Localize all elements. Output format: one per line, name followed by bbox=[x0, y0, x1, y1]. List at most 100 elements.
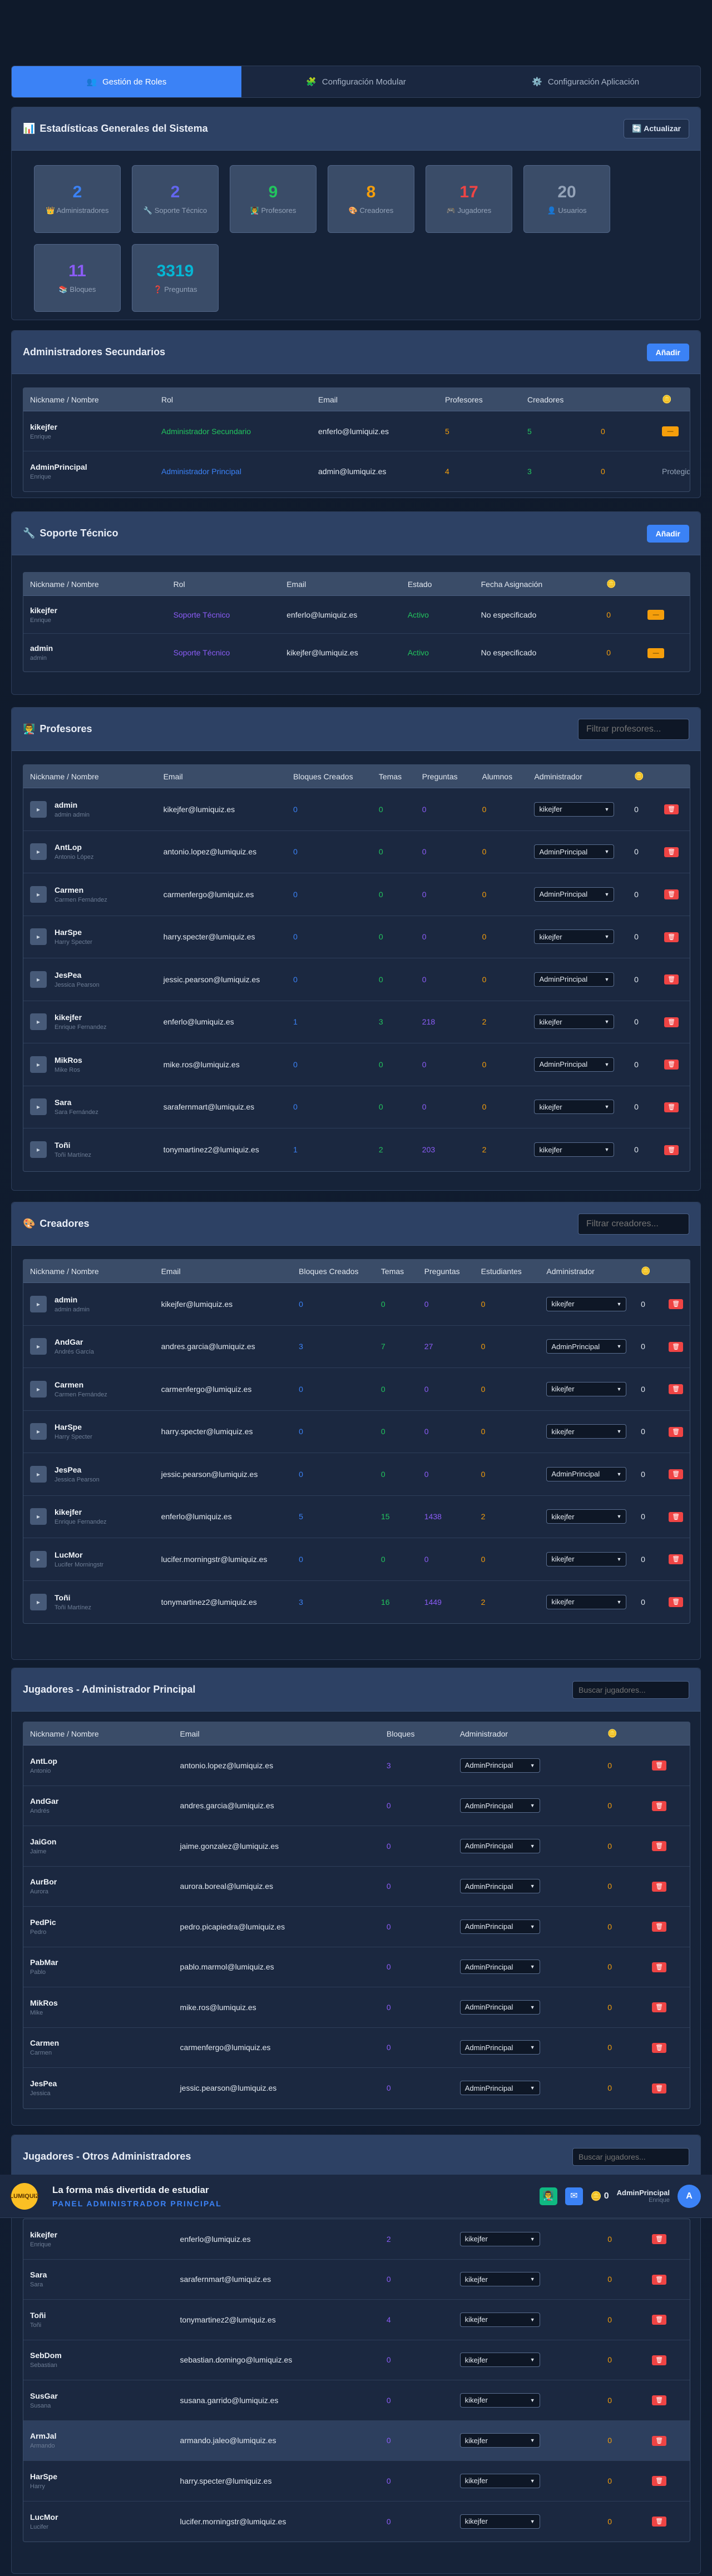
tab-configuracion-aplicacion[interactable]: ⚙️ Configuración Aplicación bbox=[471, 66, 700, 97]
expand-button[interactable]: ▸ bbox=[30, 1465, 47, 1483]
admin-select[interactable]: kikejfer ▼ bbox=[459, 2231, 540, 2246]
trash-icon[interactable]: 🗑 bbox=[664, 1017, 679, 1027]
admin-select[interactable]: kikejfer ▼ bbox=[546, 1296, 627, 1311]
admin-select[interactable]: kikejfer ▼ bbox=[534, 929, 615, 944]
trash-icon[interactable]: 🗑 bbox=[652, 2517, 667, 2527]
trash-icon[interactable]: 🗑 bbox=[652, 2234, 667, 2245]
admin-select[interactable]: AdminPrincipal ▼ bbox=[459, 2081, 540, 2096]
expand-button[interactable]: ▸ bbox=[30, 971, 47, 988]
expand-button[interactable]: ▸ bbox=[30, 1380, 47, 1398]
admin-select[interactable]: AdminPrincipal ▼ bbox=[534, 1057, 615, 1072]
admin-select[interactable]: AdminPrincipal ▼ bbox=[459, 1879, 540, 1894]
admin-select[interactable]: kikejfer ▼ bbox=[459, 2433, 540, 2448]
admin-select[interactable]: kikejfer ▼ bbox=[534, 1142, 615, 1157]
trash-icon[interactable]: 🗑 bbox=[652, 1922, 667, 1932]
expand-button[interactable]: ▸ bbox=[30, 886, 47, 903]
trash-icon[interactable]: 🗑 bbox=[669, 1469, 684, 1480]
expand-button[interactable]: ▸ bbox=[30, 1013, 47, 1031]
expand-button[interactable]: ▸ bbox=[30, 1338, 47, 1355]
jugadores-principal-search-input[interactable] bbox=[572, 1680, 689, 1699]
admin-select[interactable]: AdminPrincipal ▼ bbox=[459, 1798, 540, 1813]
admin-select[interactable]: kikejfer ▼ bbox=[546, 1509, 627, 1524]
admin-select[interactable]: kikejfer ▼ bbox=[534, 1100, 615, 1115]
trash-icon[interactable]: 🗑 bbox=[664, 974, 679, 985]
trash-icon[interactable]: 🗑 bbox=[652, 1801, 667, 1811]
teacher-panel-icon[interactable]: 👨‍🏫 bbox=[539, 2187, 557, 2205]
trash-icon[interactable]: 🗑 bbox=[652, 1962, 667, 1972]
trash-icon[interactable]: 🗑 bbox=[669, 1299, 684, 1310]
trash-icon[interactable]: 🗑 bbox=[669, 1511, 684, 1522]
tab-configuracion-modular[interactable]: 🧩 Configuración Modular bbox=[241, 66, 471, 97]
expand-button[interactable]: ▸ bbox=[30, 1508, 47, 1525]
admin-select[interactable]: kikejfer ▼ bbox=[534, 802, 615, 817]
admin-select[interactable]: AdminPrincipal ▼ bbox=[546, 1466, 627, 1481]
trash-icon[interactable]: 🗑 bbox=[652, 2274, 667, 2285]
admin-select[interactable]: AdminPrincipal ▼ bbox=[459, 2000, 540, 2015]
messages-icon[interactable]: ✉ bbox=[565, 2187, 583, 2205]
add-support-button[interactable]: Añadir bbox=[646, 524, 689, 543]
admin-select[interactable]: kikejfer ▼ bbox=[459, 2272, 540, 2287]
admin-select[interactable]: kikejfer ▼ bbox=[459, 2473, 540, 2488]
admin-select[interactable]: kikejfer ▼ bbox=[546, 1551, 627, 1567]
expand-button[interactable]: ▸ bbox=[30, 1593, 47, 1610]
expand-button[interactable]: ▸ bbox=[30, 928, 47, 946]
admin-select[interactable]: kikejfer ▼ bbox=[534, 1015, 615, 1030]
expand-button[interactable]: ▸ bbox=[30, 1141, 47, 1158]
admin-select[interactable]: AdminPrincipal ▼ bbox=[459, 1919, 540, 1934]
admin-select[interactable]: kikejfer ▼ bbox=[459, 2514, 540, 2529]
expand-button[interactable]: ▸ bbox=[30, 1423, 47, 1440]
trash-icon[interactable]: 🗑 bbox=[664, 1060, 679, 1070]
trash-icon[interactable]: 🗑 bbox=[669, 1554, 684, 1565]
admin-select[interactable]: AdminPrincipal ▼ bbox=[459, 1838, 540, 1853]
admin-select[interactable]: kikejfer ▼ bbox=[459, 2353, 540, 2368]
admin-select[interactable]: kikejfer ▼ bbox=[546, 1381, 627, 1396]
trash-icon[interactable]: 🗑 bbox=[652, 2042, 667, 2053]
admin-select[interactable]: kikejfer ▼ bbox=[459, 2393, 540, 2408]
trash-icon[interactable]: 🗑 bbox=[652, 2435, 667, 2446]
trash-icon[interactable]: 🗑 bbox=[652, 2355, 667, 2365]
jugadores-otros-search-input[interactable] bbox=[572, 2147, 689, 2166]
admin-select[interactable]: AdminPrincipal ▼ bbox=[534, 972, 615, 987]
trash-icon[interactable]: 🗑 bbox=[669, 1597, 684, 1608]
trash-icon[interactable]: 🗑 bbox=[664, 847, 679, 857]
trash-icon[interactable]: 🗑 bbox=[652, 2476, 667, 2487]
add-admin-button[interactable]: Añadir bbox=[646, 343, 689, 361]
admin-select[interactable]: kikejfer ▼ bbox=[546, 1594, 627, 1609]
trash-icon[interactable]: 🗑 bbox=[669, 1384, 684, 1395]
admin-select[interactable]: kikejfer ▼ bbox=[459, 2312, 540, 2327]
trash-icon[interactable]: 🗑 bbox=[652, 1881, 667, 1892]
trash-icon[interactable]: 🗑 bbox=[664, 932, 679, 942]
edit-button[interactable]: — bbox=[647, 610, 665, 620]
edit-button[interactable]: — bbox=[647, 648, 665, 658]
admin-select[interactable]: AdminPrincipal ▼ bbox=[534, 887, 615, 902]
admin-select[interactable]: AdminPrincipal ▼ bbox=[459, 1758, 540, 1773]
tab-gestion-roles[interactable]: 👥 Gestión de Roles bbox=[12, 66, 241, 97]
expand-button[interactable]: ▸ bbox=[30, 1295, 47, 1312]
expand-button[interactable]: ▸ bbox=[30, 800, 47, 818]
trash-icon[interactable]: 🗑 bbox=[652, 1761, 667, 1771]
admin-select[interactable]: AdminPrincipal ▼ bbox=[534, 844, 615, 859]
admin-select[interactable]: AdminPrincipal ▼ bbox=[459, 2040, 540, 2055]
trash-icon[interactable]: 🗑 bbox=[669, 1426, 684, 1437]
trash-icon[interactable]: 🗑 bbox=[652, 2083, 667, 2093]
trash-icon[interactable]: 🗑 bbox=[652, 2315, 667, 2325]
lumiquiz-logo[interactable]: LUMIQUIZ bbox=[9, 2182, 39, 2210]
trash-icon[interactable]: 🗑 bbox=[664, 1145, 679, 1155]
expand-button[interactable]: ▸ bbox=[30, 1098, 47, 1116]
expand-button[interactable]: ▸ bbox=[30, 843, 47, 861]
admin-select[interactable]: AdminPrincipal ▼ bbox=[546, 1339, 627, 1354]
trash-icon[interactable]: 🗑 bbox=[652, 2395, 667, 2406]
trash-icon[interactable]: 🗑 bbox=[652, 1841, 667, 1852]
trash-icon[interactable]: 🗑 bbox=[664, 889, 679, 900]
trash-icon[interactable]: 🗑 bbox=[652, 2002, 667, 2013]
admin-select[interactable]: AdminPrincipal ▼ bbox=[459, 1960, 540, 1975]
refresh-button[interactable]: 🔄 Actualizar bbox=[624, 119, 689, 138]
avatar[interactable]: A bbox=[678, 2184, 701, 2208]
profesores-filter-input[interactable] bbox=[578, 718, 689, 740]
trash-icon[interactable]: 🗑 bbox=[669, 1341, 684, 1352]
trash-icon[interactable]: 🗑 bbox=[664, 804, 679, 815]
edit-button[interactable]: — bbox=[662, 426, 679, 436]
trash-icon[interactable]: 🗑 bbox=[664, 1102, 679, 1112]
expand-button[interactable]: ▸ bbox=[30, 1056, 47, 1073]
expand-button[interactable]: ▸ bbox=[30, 1550, 47, 1568]
